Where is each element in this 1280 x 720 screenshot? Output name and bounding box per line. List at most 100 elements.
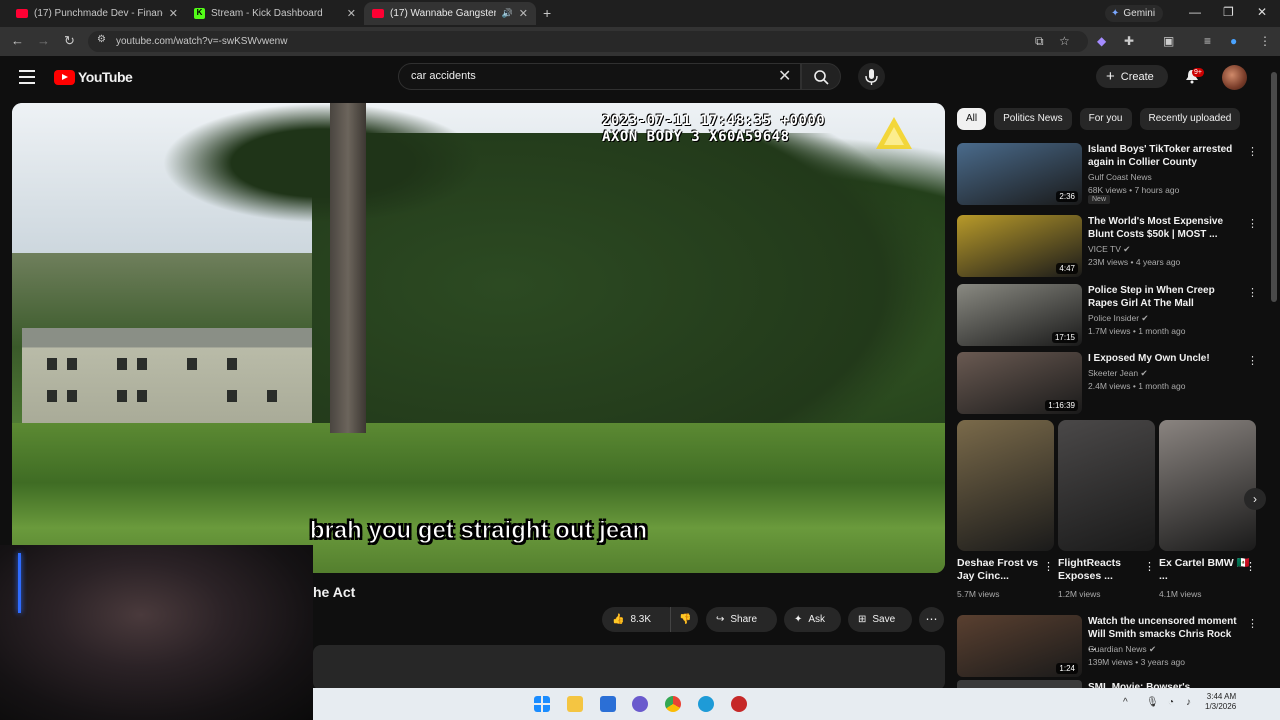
short-item[interactable]: FlightReacts Exposes ... 1.2M views ⋮ <box>1058 420 1155 599</box>
site-info-icon[interactable]: ⚙ <box>97 34 106 45</box>
close-tab-icon[interactable]: ✕ <box>347 7 356 20</box>
tab-punchmade[interactable]: (17) Punchmade Dev - Financia ✕ <box>8 2 186 25</box>
profile-icon[interactable]: ● <box>1230 34 1237 48</box>
extension-icon[interactable]: ◆ <box>1097 34 1106 48</box>
recommendation-item[interactable]: 1:24 Watch the uncensored moment Will Sm… <box>957 615 1258 679</box>
media-controls-icon[interactable]: ≡ <box>1204 34 1211 48</box>
store-icon[interactable] <box>600 696 616 712</box>
edge-icon[interactable] <box>698 696 714 712</box>
recommendation-title[interactable]: Island Boys' TikToker arrested again in … <box>1088 143 1238 169</box>
hamburger-menu-icon[interactable] <box>19 70 35 88</box>
discord-icon[interactable] <box>632 696 648 712</box>
short-views: 1.2M views <box>1058 589 1101 599</box>
page-scrollbar[interactable] <box>1270 62 1278 687</box>
file-explorer-icon[interactable] <box>567 696 583 712</box>
system-clock[interactable]: 3:44 AM 1/3/2026 <box>1205 692 1236 712</box>
avatar[interactable] <box>1222 65 1247 90</box>
short-item[interactable]: Deshae Frost vs Jay Cinc... 5.7M views ⋮ <box>957 420 1054 599</box>
video-thumbnail[interactable]: 1:24 <box>957 615 1082 677</box>
short-thumbnail[interactable] <box>957 420 1054 551</box>
channel-name[interactable]: VICE TV ✔ <box>1088 244 1130 255</box>
short-thumbnail[interactable] <box>1058 420 1155 551</box>
more-actions-icon[interactable]: ⋯ <box>919 607 944 632</box>
recommendation-item[interactable]: 4:47 The World's Most Expensive Blunt Co… <box>957 215 1258 279</box>
more-options-icon[interactable]: ⋮ <box>1247 286 1258 299</box>
more-options-icon[interactable]: ⋮ <box>1247 617 1258 630</box>
address-bar[interactable]: ⚙ youtube.com/watch?v=-swKSWvwenw <box>88 31 1088 52</box>
maximize-icon[interactable]: ❐ <box>1223 5 1234 19</box>
search-input[interactable]: car accidents <box>398 63 801 90</box>
voice-search-button[interactable] <box>858 63 885 90</box>
extensions-puzzle-icon[interactable]: ✚ <box>1124 34 1134 48</box>
channel-name[interactable]: Skeeter Jean ✔ <box>1088 368 1148 379</box>
more-options-icon[interactable]: ⋮ <box>1144 560 1155 573</box>
more-options-icon[interactable]: ⋮ <box>1043 560 1054 573</box>
short-title[interactable]: FlightReacts Exposes ... <box>1058 557 1155 583</box>
obs-icon[interactable] <box>731 696 747 712</box>
video-thumbnail[interactable]: 4:47 <box>957 215 1082 277</box>
more-options-icon[interactable]: ⋮ <box>1247 217 1258 230</box>
recommendation-title[interactable]: I Exposed My Own Uncle! <box>1088 352 1238 365</box>
share-button[interactable]: ↪ Share <box>706 607 777 632</box>
save-button[interactable]: ⊞ Save <box>848 607 912 632</box>
recommendation-item[interactable]: 2:36 Island Boys' TikToker arrested agai… <box>957 143 1258 207</box>
chip-recently-uploaded[interactable]: Recently uploaded <box>1139 108 1241 130</box>
video-thumbnail[interactable]: 1:16:39 <box>957 352 1082 414</box>
short-thumbnail[interactable] <box>1159 420 1256 551</box>
gemini-button[interactable]: ✦ Gemini <box>1105 5 1163 22</box>
microphone-tray-icon[interactable]: 🎙 <box>1146 697 1159 708</box>
chip-politics-news[interactable]: Politics News <box>994 108 1072 130</box>
clear-search-icon[interactable]: ✕ <box>778 66 791 86</box>
minimize-icon[interactable]: — <box>1189 5 1201 19</box>
close-tab-icon[interactable]: ✕ <box>519 7 528 20</box>
volume-icon[interactable]: ♪ <box>1186 697 1191 708</box>
back-icon[interactable]: ← <box>11 33 24 48</box>
window-close-icon[interactable]: ✕ <box>1257 5 1267 19</box>
audio-playing-icon[interactable]: 🔊 <box>502 8 513 19</box>
chip-all[interactable]: All <box>957 108 987 130</box>
tab-wannabe-gangsters[interactable]: (17) Wannabe Gangsters Ca 🔊 ✕ <box>364 2 536 25</box>
install-app-icon[interactable]: ⧉ <box>1035 34 1044 49</box>
recommendation-title[interactable]: Police Step in When Creep Rapes Girl At … <box>1088 284 1238 310</box>
bookmark-star-icon[interactable]: ☆ <box>1059 34 1070 48</box>
network-icon[interactable]: ◔ <box>1168 697 1174 708</box>
channel-name[interactable]: Guardian News ✔ <box>1088 644 1156 655</box>
duration-badge: 17:15 <box>1051 332 1078 343</box>
recommendation-item[interactable]: 1:16:39 I Exposed My Own Uncle! Skeeter … <box>957 352 1258 416</box>
ask-button[interactable]: ✦ Ask <box>784 607 841 632</box>
recommendation-title[interactable]: SML Movie: Bowser's <box>1088 681 1190 688</box>
description-box[interactable] <box>313 645 945 690</box>
youtube-logo[interactable]: YouTube <box>54 69 133 85</box>
recommendation-item[interactable]: 17:15 Police Step in When Creep Rapes Gi… <box>957 284 1258 348</box>
video-player[interactable]: 2023-07-11 17:48:35 +0000 AXON BODY 3 X6… <box>12 103 945 573</box>
microphone-icon <box>865 69 878 85</box>
like-button[interactable]: 👍 8.3K <box>602 607 680 632</box>
browser-menu-icon[interactable]: ⋮ <box>1259 34 1271 48</box>
tray-expand-icon[interactable]: ^ <box>1123 697 1128 708</box>
forward-icon[interactable]: → <box>37 33 50 48</box>
more-options-icon[interactable]: ⋮ <box>1247 145 1258 158</box>
recommendation-title[interactable]: The World's Most Expensive Blunt Costs $… <box>1088 215 1238 241</box>
short-title[interactable]: Deshae Frost vs Jay Cinc... <box>957 557 1054 583</box>
channel-name[interactable]: Police Insider ✔ <box>1088 313 1149 324</box>
windows-start-icon[interactable] <box>534 696 550 712</box>
shorts-next-icon[interactable]: › <box>1244 488 1266 510</box>
close-tab-icon[interactable]: ✕ <box>169 7 178 20</box>
video-thumbnail[interactable]: 17:15 <box>957 284 1082 346</box>
chrome-icon[interactable] <box>665 696 681 712</box>
more-options-icon[interactable]: ⋮ <box>1245 560 1256 573</box>
short-title[interactable]: Ex Cartel BMW 🇲🇽 ... <box>1159 557 1256 583</box>
video-thumbnail[interactable]: 2:36 <box>957 143 1082 205</box>
video-thumbnail[interactable] <box>957 680 1082 688</box>
search-button[interactable] <box>801 63 841 90</box>
dislike-button[interactable]: 👎 <box>670 607 698 632</box>
channel-name[interactable]: Gulf Coast News <box>1088 172 1152 182</box>
tab-kick-dashboard[interactable]: K Stream - Kick Dashboard ✕ <box>186 2 364 25</box>
chip-for-you[interactable]: For you <box>1079 108 1132 130</box>
create-button[interactable]: + Create <box>1096 65 1168 88</box>
sidebar-icon[interactable]: ▣ <box>1163 34 1174 48</box>
new-tab-button[interactable]: + <box>543 5 551 21</box>
more-options-icon[interactable]: ⋮ <box>1247 354 1258 367</box>
reload-icon[interactable]: ↻ <box>64 33 75 49</box>
short-item[interactable]: Ex Cartel BMW 🇲🇽 ... 4.1M views ⋮ <box>1159 420 1256 599</box>
